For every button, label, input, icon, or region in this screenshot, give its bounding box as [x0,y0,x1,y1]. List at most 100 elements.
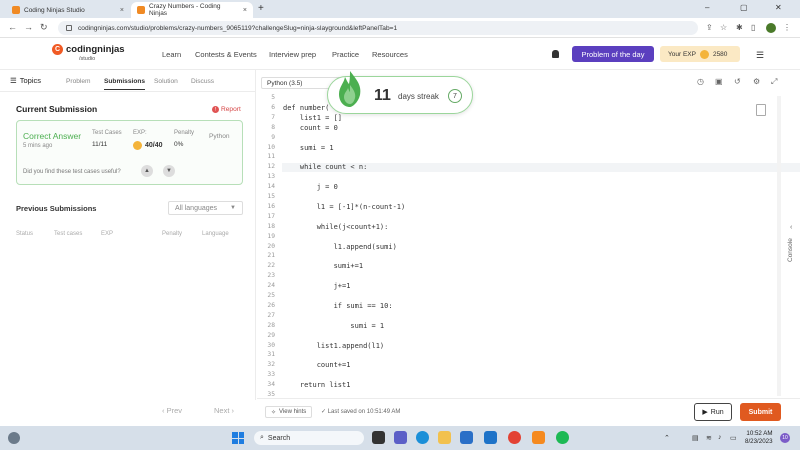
test-cases-value: 11/11 [92,141,108,148]
coding-ninjas-logo[interactable]: C codingninjas [52,44,125,55]
col-exp: EXP [101,231,114,237]
notification-badge[interactable]: 10 [780,433,790,443]
line-number: 29 [267,331,275,339]
edge-icon[interactable] [416,431,429,444]
thumbs-down-icon[interactable]: ▼ [163,165,175,177]
tab-discuss[interactable]: Discuss [191,78,214,85]
line-number: 30 [267,341,275,349]
submit-button[interactable]: Submit [740,403,781,421]
report-alert-icon: ! [212,106,219,113]
editor-scrollbar[interactable] [777,96,781,396]
mail-icon[interactable] [484,431,497,444]
windows-start-icon[interactable] [232,432,244,444]
extensions-icon[interactable]: ✱ [736,23,743,32]
run-button[interactable]: ▶ Run [694,403,732,421]
copy-code-icon[interactable] [756,104,766,116]
task-view-icon[interactable] [372,431,385,444]
code-line: sumi = 1 [283,143,334,152]
nav-practice[interactable]: Practice [332,50,359,59]
nav-resources[interactable]: Resources [372,50,408,59]
code-line: sumi = 1 [283,321,385,330]
volume-icon[interactable]: ♪ [718,434,722,441]
taskbar-clock[interactable]: 10:52 AM 8/23/2023 [745,430,773,446]
thumbs-up-icon[interactable]: ▲ [141,165,153,177]
view-hints-button[interactable]: ✧ View hints [265,406,313,418]
weather-widget-icon[interactable] [8,432,20,444]
problem-of-the-day-button[interactable]: Problem of the day [572,46,654,62]
close-tab-icon[interactable]: × [243,7,247,14]
browser-tab-crazy-numbers[interactable]: Crazy Numbers - Coding Ninjas × [131,2,253,18]
clock-time: 10:52 AM [746,430,773,437]
language-filter-select[interactable]: All languages ▼ [168,201,243,215]
store-icon[interactable] [460,431,473,444]
streak-days-count: 11 [374,87,391,104]
streak-popup[interactable]: 11 days streak 7 [327,71,473,114]
tab-problem[interactable]: Problem [66,78,91,85]
browser-tab-studio[interactable]: Coding Ninjas Studio × [6,2,130,18]
reload-icon[interactable]: ↻ [40,22,48,33]
previous-submissions-title: Previous Submissions [16,204,97,213]
settings-gear-icon[interactable]: ⚙ [753,77,760,86]
maximize-button[interactable]: ▢ [740,3,748,12]
spotify-icon[interactable] [556,431,569,444]
line-number: 20 [267,242,275,250]
notification-bell-icon[interactable] [552,50,559,58]
language-select-value: Python (3.5) [267,79,303,87]
next-page-button[interactable]: Next › [214,406,234,415]
code-line: j = 0 [283,183,338,192]
chevron-left-icon[interactable]: ‹ [790,224,792,231]
nav-interview-prep[interactable]: Interview prep [269,50,316,59]
minimize-button[interactable]: – [705,3,709,12]
timer-icon[interactable]: ◷ [697,77,704,86]
line-number: 23 [267,272,275,280]
app-icon[interactable] [532,431,545,444]
line-number: 18 [267,222,275,230]
line-number: 34 [267,381,275,389]
line-number: 19 [267,232,275,240]
nav-learn[interactable]: Learn [162,50,181,59]
battery-icon[interactable]: ▭ [730,434,737,442]
back-icon[interactable]: ← [8,22,17,32]
teams-icon[interactable] [394,431,407,444]
flame-icon [339,71,361,107]
report-button[interactable]: ! Report [212,106,241,113]
console-toggle[interactable]: Console [787,238,794,262]
last-saved-status: ✓ Last saved on 10:51:49 AM [321,408,400,415]
url-field[interactable]: codingninjas.com/studio/problems/crazy-n… [58,21,698,35]
hamburger-menu-icon[interactable]: ☰ [756,50,764,61]
browser-menu-icon[interactable]: ⋮ [783,23,791,32]
tab-title: Coding Ninjas Studio [24,6,85,14]
bookmark-star-icon[interactable]: ☆ [720,23,727,32]
lightbulb-icon: ✧ [271,409,277,416]
chrome-icon[interactable] [508,431,521,444]
current-submission-title: Current Submission [16,104,98,114]
last-saved-text: Last saved on 10:51:49 AM [327,409,401,415]
topics-label: Topics [19,76,41,85]
new-tab-button[interactable]: + [258,3,264,14]
save-icon[interactable]: ▣ [715,77,723,86]
useful-question: Did you find these test cases useful? [23,169,121,175]
view-hints-label: View hints [279,409,307,415]
line-number: 7 [271,113,275,121]
close-tab-icon[interactable]: × [120,7,124,14]
your-exp-badge[interactable]: Your EXP 2580 [660,46,740,62]
taskbar-search[interactable]: ⌕ Search [254,431,364,445]
topics-button[interactable]: ☰ Topics [10,76,41,85]
profile-avatar[interactable] [766,23,776,33]
sidepanel-icon[interactable]: ▯ [751,23,755,32]
tab-submissions[interactable]: Submissions [104,78,146,90]
share-icon[interactable]: ⇪ [706,23,713,32]
wifi-icon[interactable]: ≋ [706,434,712,442]
tray-overflow-icon[interactable]: ⌃ [664,434,670,442]
fullscreen-icon[interactable]: ⤢ [771,77,777,87]
reset-icon[interactable]: ↺ [734,77,741,86]
prev-page-button[interactable]: ‹ Prev [162,406,182,415]
close-window-button[interactable]: ✕ [775,3,782,12]
line-number: 26 [267,301,275,309]
file-explorer-icon[interactable] [438,431,451,444]
nav-contests-events[interactable]: Contests & Events [195,50,257,59]
tray-icon[interactable]: ▤ [692,434,699,442]
forward-icon[interactable]: → [24,22,33,32]
tab-solution[interactable]: Solution [154,78,178,85]
line-number: 14 [267,183,275,191]
